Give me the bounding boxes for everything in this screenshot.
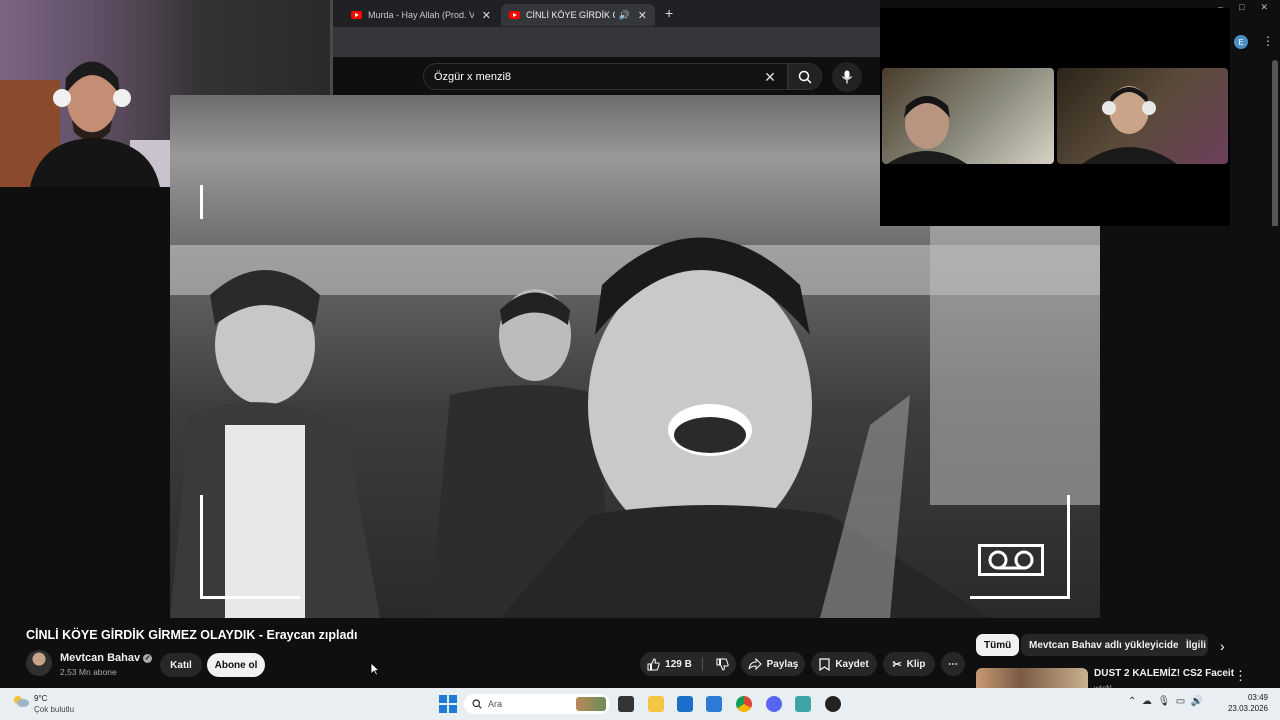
- participant-2-video: [1082, 86, 1177, 164]
- viewfinder-mark: [200, 185, 203, 219]
- search-icon: [472, 699, 482, 709]
- chrome-icon[interactable]: [736, 696, 752, 712]
- page-background-right: [1100, 226, 1280, 618]
- like-count: 129 B: [665, 658, 692, 670]
- weather-icon: [14, 696, 29, 707]
- call-participant-2: [1057, 68, 1228, 164]
- tab-title: Murda - Hay Allah (Prod. Vlado: [368, 10, 474, 20]
- taskbar-search-placeholder: Ara: [488, 699, 503, 709]
- clock-time[interactable]: 03:49: [1234, 693, 1268, 702]
- clip-label: Klip: [906, 658, 926, 670]
- weather-condition[interactable]: Çok bulutlu: [34, 705, 74, 714]
- windows-start-icon[interactable]: [439, 695, 457, 713]
- chip-related[interactable]: İlgili: [1178, 634, 1208, 656]
- share-button[interactable]: Paylaş: [741, 652, 805, 676]
- chevron-right-icon[interactable]: ›: [1220, 638, 1225, 654]
- tab-close-icon[interactable]: ✕: [638, 9, 647, 22]
- cassette-icon: [978, 544, 1044, 576]
- voice-search-button[interactable]: [832, 62, 862, 92]
- profile-avatar[interactable]: E: [1234, 35, 1248, 49]
- like-icon: [647, 657, 660, 670]
- dislike-icon: [716, 658, 729, 671]
- verified-icon: ✓: [143, 653, 153, 663]
- browser-tab[interactable]: Murda - Hay Allah (Prod. Vlado ✕: [343, 4, 499, 26]
- taskbar-search[interactable]: Ara: [464, 694, 610, 714]
- system-tray[interactable]: ⌃ ☁ 🎙 ▭ 🔊: [1128, 696, 1203, 707]
- dislike-button[interactable]: [708, 658, 729, 671]
- browser-menu-icon[interactable]: ⋮: [1262, 34, 1274, 48]
- audio-icon: 🔊: [618, 9, 630, 20]
- video-title: CİNLİ KÖYE GİRDİK GİRMEZ OLAYDIK - Erayc…: [26, 628, 358, 642]
- search-highlight-image: [576, 697, 606, 711]
- mouse-cursor-icon: [370, 662, 380, 676]
- weather-temperature[interactable]: 9°C: [34, 694, 47, 703]
- notepad-icon[interactable]: [795, 696, 811, 712]
- discord-icon[interactable]: [766, 696, 782, 712]
- tab-title: CİNLİ KÖYE GİRDİK GİRMEZ: [526, 10, 615, 20]
- like-dislike-group: 129 B: [640, 652, 736, 676]
- subscriber-count: 2,53 Mn abone: [60, 667, 117, 677]
- more-actions-button[interactable]: ⋯: [941, 652, 965, 676]
- browser-toolbar: [333, 27, 880, 57]
- maximize-button[interactable]: □: [1239, 2, 1244, 22]
- participant-1-video: [887, 96, 967, 164]
- obs-icon[interactable]: [825, 696, 841, 712]
- clock-date[interactable]: 23.03.2026: [1222, 704, 1268, 713]
- subscribe-button[interactable]: Abone ol: [207, 653, 265, 677]
- close-window-button[interactable]: ✕: [1260, 2, 1268, 22]
- channel-avatar[interactable]: [26, 650, 52, 676]
- like-button[interactable]: 129 B: [647, 657, 703, 671]
- recommendation-thumbnail[interactable]: [976, 668, 1088, 688]
- search-input-value: Özgür x menzi8: [434, 70, 512, 83]
- share-icon: [748, 658, 762, 670]
- windows-taskbar: [0, 688, 1280, 720]
- task-view-icon[interactable]: [618, 696, 634, 712]
- share-label: Paylaş: [766, 658, 799, 670]
- chip-all[interactable]: Tümü: [976, 634, 1020, 656]
- search-input[interactable]: Özgür x menzi8: [423, 63, 788, 90]
- chip-from-uploader[interactable]: Mevtcan Bahav adlı yükleyiciden: [1021, 634, 1193, 656]
- tab-close-icon[interactable]: ✕: [482, 9, 491, 22]
- save-icon: [819, 657, 830, 671]
- file-explorer-icon[interactable]: [648, 696, 664, 712]
- recommendation-menu-icon[interactable]: ⋮: [1234, 668, 1247, 684]
- channel-name[interactable]: Mevtcan Bahav ✓: [60, 652, 153, 664]
- page-background-left: [0, 187, 170, 618]
- clip-button[interactable]: ✂ Klip: [883, 652, 935, 676]
- browser-tab-bar: Murda - Hay Allah (Prod. Vlado ✕ CİNLİ K…: [333, 0, 880, 27]
- viewfinder-corner-bottom-left: [200, 495, 300, 599]
- browser-tab-active[interactable]: CİNLİ KÖYE GİRDİK GİRMEZ 🔊 ✕: [501, 4, 655, 26]
- save-button[interactable]: Kaydet: [811, 652, 877, 676]
- channel-name-text: Mevtcan Bahav: [60, 652, 141, 664]
- join-button[interactable]: Katıl: [160, 653, 202, 677]
- call-participant-1: [882, 68, 1054, 164]
- youtube-icon: [351, 11, 362, 19]
- recommendation-title[interactable]: DUST 2 KALEMİZ! CS2 Faceit: [1094, 668, 1234, 679]
- youtube-icon: [509, 11, 520, 19]
- mic-icon: [842, 70, 852, 84]
- clear-icon: ✕: [764, 68, 776, 85]
- mail-icon[interactable]: [706, 696, 722, 712]
- clip-icon: ✂: [892, 658, 902, 671]
- save-label: Kaydet: [835, 658, 869, 670]
- new-tab-button[interactable]: +: [665, 5, 673, 21]
- clear-search-button[interactable]: ✕: [760, 67, 780, 87]
- search-button[interactable]: [788, 63, 822, 90]
- search-icon: [798, 70, 812, 84]
- store-icon[interactable]: [677, 696, 693, 712]
